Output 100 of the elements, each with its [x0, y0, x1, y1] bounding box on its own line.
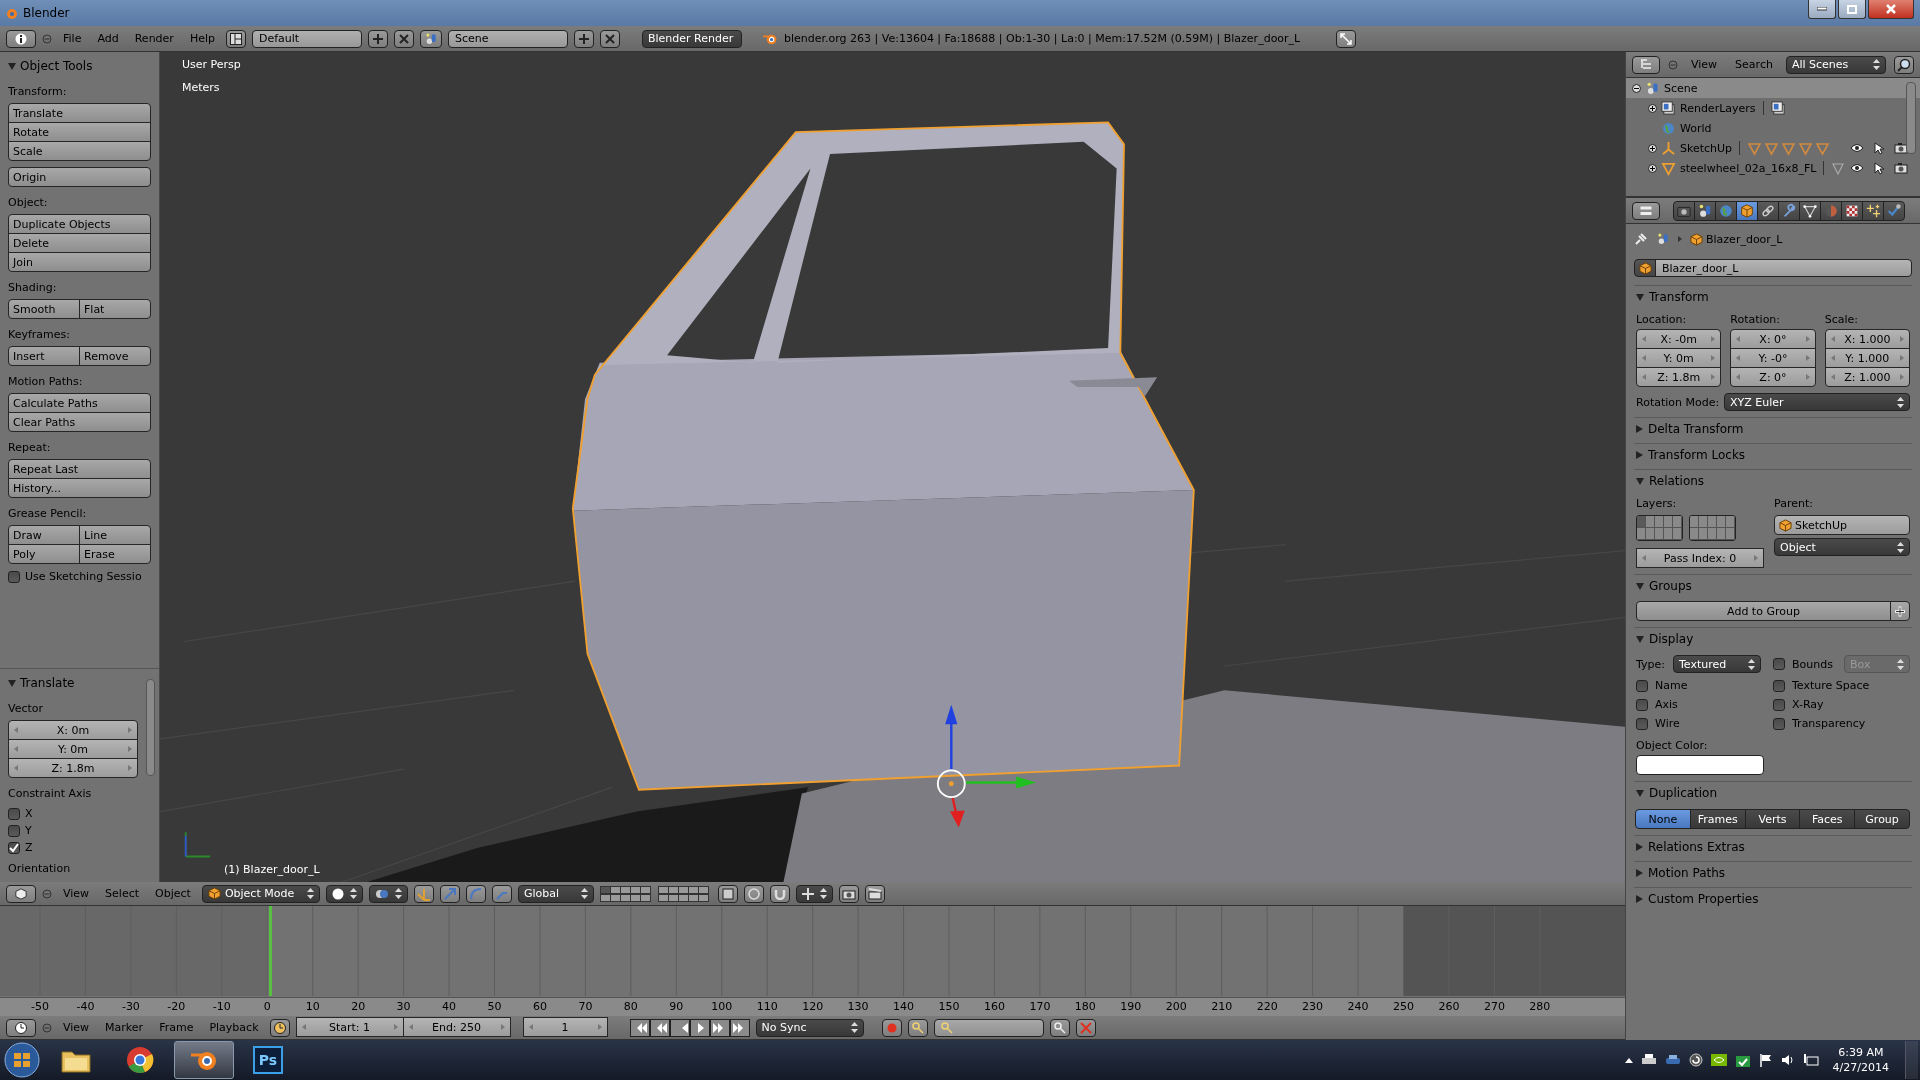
circle-button[interactable]	[743, 884, 764, 903]
taskbar-app[interactable]	[174, 1041, 234, 1079]
checkbox[interactable]	[8, 807, 20, 820]
menu-item[interactable]: View	[58, 886, 95, 901]
tool-button[interactable]: Erase	[79, 544, 151, 564]
menu-item[interactable]: Help	[184, 31, 220, 46]
tool-button[interactable]: Remove	[79, 346, 151, 366]
tool-button[interactable]: Insert	[8, 346, 80, 366]
disclosure-triangle-icon[interactable]	[8, 62, 16, 70]
close-button[interactable]	[1868, 0, 1914, 19]
number-field[interactable]: Y: -0°	[1730, 348, 1816, 368]
collapse-icon[interactable]	[42, 1022, 52, 1033]
expand-toggle-icon[interactable]	[1648, 163, 1657, 173]
start-button[interactable]	[2, 1041, 42, 1079]
shading-dropdown[interactable]	[325, 884, 363, 903]
disclosure-triangle-icon[interactable]	[1636, 895, 1643, 903]
properties-tab[interactable]	[1799, 200, 1821, 221]
camera-button[interactable]	[838, 884, 859, 903]
checkbox[interactable]	[8, 570, 20, 583]
scrollbar[interactable]	[146, 679, 155, 776]
scrollbar[interactable]	[1906, 82, 1916, 154]
menu-item[interactable]: Render	[129, 31, 179, 46]
properties-tab[interactable]	[1673, 200, 1695, 221]
parent-field[interactable]: SketchUp	[1774, 515, 1910, 535]
checkbox[interactable]	[8, 824, 20, 837]
number-field[interactable]: Y: 0m	[8, 739, 138, 759]
checkbox[interactable]	[1636, 698, 1648, 711]
add-button[interactable]	[1890, 601, 1910, 621]
properties-tab[interactable]	[1757, 200, 1779, 221]
checkbox[interactable]	[8, 841, 20, 854]
menu-item[interactable]: File	[58, 31, 87, 46]
tool-button[interactable]: History...	[8, 478, 151, 498]
tool-button[interactable]: Rotate	[8, 122, 151, 142]
tool-button[interactable]: Calculate Paths	[8, 393, 151, 413]
maximize-button[interactable]	[1838, 0, 1866, 19]
disclosure-triangle-icon[interactable]	[1636, 582, 1644, 590]
display-mode-dropdown[interactable]: All Scenes	[1785, 55, 1886, 74]
network-icon[interactable]	[1802, 1053, 1819, 1067]
menu-item[interactable]: Object	[150, 886, 196, 901]
tool-button[interactable]: Draw	[8, 525, 80, 545]
cursor-icon[interactable]	[1874, 161, 1884, 175]
record-button[interactable]	[881, 1018, 902, 1037]
disclosure-triangle-icon[interactable]	[8, 679, 16, 687]
mode-dropdown[interactable]: Object Mode	[201, 884, 320, 903]
duplication-option[interactable]: None	[1635, 809, 1691, 829]
tool-button[interactable]: Repeat Last	[8, 459, 151, 479]
eye-icon[interactable]	[1850, 143, 1864, 153]
tool-button[interactable]: Origin	[8, 167, 151, 187]
rotation-mode-dropdown[interactable]: XYZ Euler	[1724, 393, 1910, 411]
expand-toggle-icon[interactable]	[1648, 103, 1657, 113]
tool-button[interactable]: Scale	[8, 141, 151, 161]
color-swatch[interactable]	[1636, 755, 1764, 775]
tool-button[interactable]: Translate	[8, 103, 151, 123]
menu-item[interactable]: Add	[92, 31, 124, 46]
clock-button[interactable]	[6, 1018, 36, 1037]
outliner-row[interactable]: RenderLayers	[1626, 98, 1920, 118]
clapperboard-button[interactable]	[864, 884, 885, 903]
circular-arrow-icon[interactable]	[1688, 1053, 1703, 1067]
minimize-button[interactable]	[1808, 0, 1836, 19]
menu-item[interactable]: Frame	[154, 1020, 199, 1035]
duplication-option[interactable]: Group	[1854, 809, 1910, 829]
pivot-dropdown[interactable]	[368, 884, 408, 903]
outliner-type-button[interactable]	[1632, 55, 1660, 74]
layer-selector[interactable]	[599, 885, 712, 902]
properties-tab[interactable]	[1778, 200, 1800, 221]
properties-tab[interactable]	[1883, 200, 1905, 221]
delete-key-button[interactable]	[1075, 1018, 1096, 1037]
tool-button[interactable]: Duplicate Objects	[8, 214, 151, 234]
number-field[interactable]: Y: 0m	[1636, 348, 1722, 368]
disclosure-triangle-icon[interactable]	[1636, 477, 1644, 485]
number-field[interactable]: X: 1.000	[1824, 329, 1910, 349]
collapse-icon[interactable]	[42, 33, 52, 44]
duplication-option[interactable]: Verts	[1744, 809, 1801, 829]
disclosure-triangle-icon[interactable]	[1636, 869, 1643, 877]
key-button[interactable]	[1049, 1018, 1070, 1037]
properties-tab[interactable]	[1841, 200, 1863, 221]
add-button[interactable]	[573, 29, 594, 48]
layer-grid[interactable]	[1689, 515, 1736, 541]
number-field[interactable]: Z: 1.8m	[1636, 367, 1722, 387]
tool-button[interactable]: Clear Paths	[8, 412, 151, 432]
outliner-row[interactable]: steelwheel_02a_16x8_FL	[1626, 158, 1920, 178]
number-field[interactable]: X: 0°	[1730, 329, 1816, 349]
menu-item[interactable]: Select	[100, 886, 145, 901]
tool-button[interactable]: Poly	[8, 544, 80, 564]
editor-type-button[interactable]	[1632, 201, 1660, 220]
checkbox[interactable]	[1773, 717, 1785, 730]
outliner-row[interactable]: SketchUp	[1626, 138, 1920, 158]
printer-icon[interactable]	[1640, 1053, 1657, 1067]
number-field[interactable]: X: -0m	[1636, 329, 1722, 349]
rotate-button[interactable]	[465, 884, 486, 903]
keying-set-field[interactable]	[933, 1018, 1044, 1037]
scale-button[interactable]	[491, 884, 512, 903]
taskbar-app[interactable]: Ps	[238, 1041, 298, 1079]
menu-item[interactable]: View	[1686, 57, 1723, 72]
checkbox[interactable]	[1773, 698, 1785, 711]
orientation-dropdown[interactable]: Global	[517, 884, 594, 903]
cursor-icon[interactable]	[1874, 141, 1884, 155]
properties-tab[interactable]	[1862, 200, 1884, 221]
scene-field[interactable]: Scene	[447, 29, 568, 48]
number-field[interactable]: X: 0m	[8, 720, 138, 740]
